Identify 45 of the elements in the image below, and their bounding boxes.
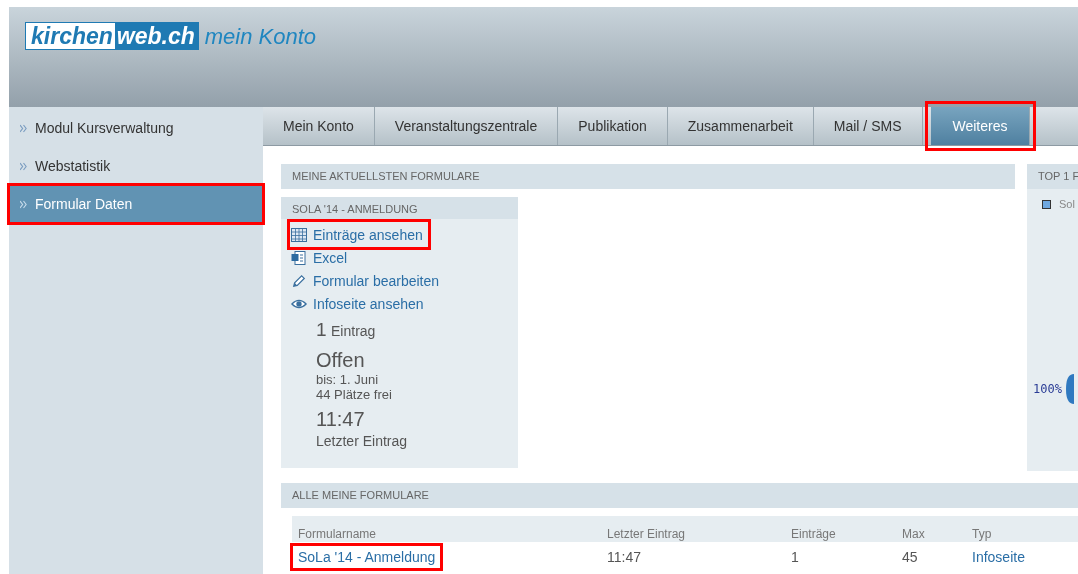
tab[interactable]: Veranstaltungszentrale (374, 107, 559, 145)
action-link[interactable]: Infoseite ansehen (291, 292, 428, 315)
section-header: ALLE MEINE FORMULARE (281, 483, 1078, 508)
table-cell-text: 45 (902, 549, 919, 565)
section-header: MEINE AKTUELLSTEN FORMULARE (281, 164, 1015, 189)
sidebar-item[interactable]: Webstatistik (9, 147, 263, 185)
logo-text: kirchen (25, 22, 116, 50)
tab[interactable]: Mein Konto (263, 107, 375, 145)
sidebar-item[interactable]: Modul Kursverwaltung (9, 109, 263, 147)
type-link[interactable]: Infoseite (972, 549, 1025, 565)
column-header: Letzter Eintrag (607, 527, 687, 541)
chevron-icon (20, 199, 27, 209)
status-text: Offen (316, 349, 366, 372)
pie-slice (1065, 374, 1074, 404)
column-header: Formularname (297, 527, 378, 541)
table-cell-text: 1 (791, 549, 800, 565)
column-header: Max (902, 527, 926, 541)
logo-text: web.ch (115, 22, 199, 50)
sidebar-item[interactable]: Formular Daten (9, 185, 263, 223)
tab[interactable]: Zusammenarbeit (667, 107, 814, 145)
document-icon (291, 250, 307, 265)
last-entry-label: Letzter Eintrag (316, 433, 409, 449)
form-link[interactable]: SoLa '14 - Anmeldung (293, 546, 441, 568)
deadline-text: bis: 1. Juni (316, 372, 380, 387)
action-link[interactable]: Excel (291, 246, 352, 269)
entry-count: 1 (316, 319, 327, 340)
tab[interactable]: Mail / SMS (813, 107, 923, 145)
chevron-icon (20, 123, 27, 133)
percent-label: 100% (1033, 382, 1062, 396)
column-header: Typ (972, 527, 993, 541)
section-header: TOP 1 F (1027, 164, 1078, 189)
pencil-icon (291, 273, 307, 288)
places-text: 44 Plätze frei (316, 387, 393, 402)
tab[interactable]: Publikation (558, 107, 668, 145)
last-entry-time: 11:47 (316, 408, 366, 431)
legend-label: Sol (1059, 198, 1075, 210)
action-link[interactable]: Formular bearbeiten (291, 269, 444, 292)
card-title: SOLA '14 - ANMELDUNG (281, 197, 518, 219)
entry-count-label: Eintrag (331, 323, 376, 339)
table-cell-text: 11:47 (607, 549, 642, 565)
action-link[interactable]: Einträge ansehen (291, 223, 427, 246)
logo-subtitle: mein Konto (204, 24, 317, 50)
column-header: Einträge (791, 527, 837, 541)
chevron-icon (20, 161, 27, 171)
table-icon (291, 227, 307, 242)
